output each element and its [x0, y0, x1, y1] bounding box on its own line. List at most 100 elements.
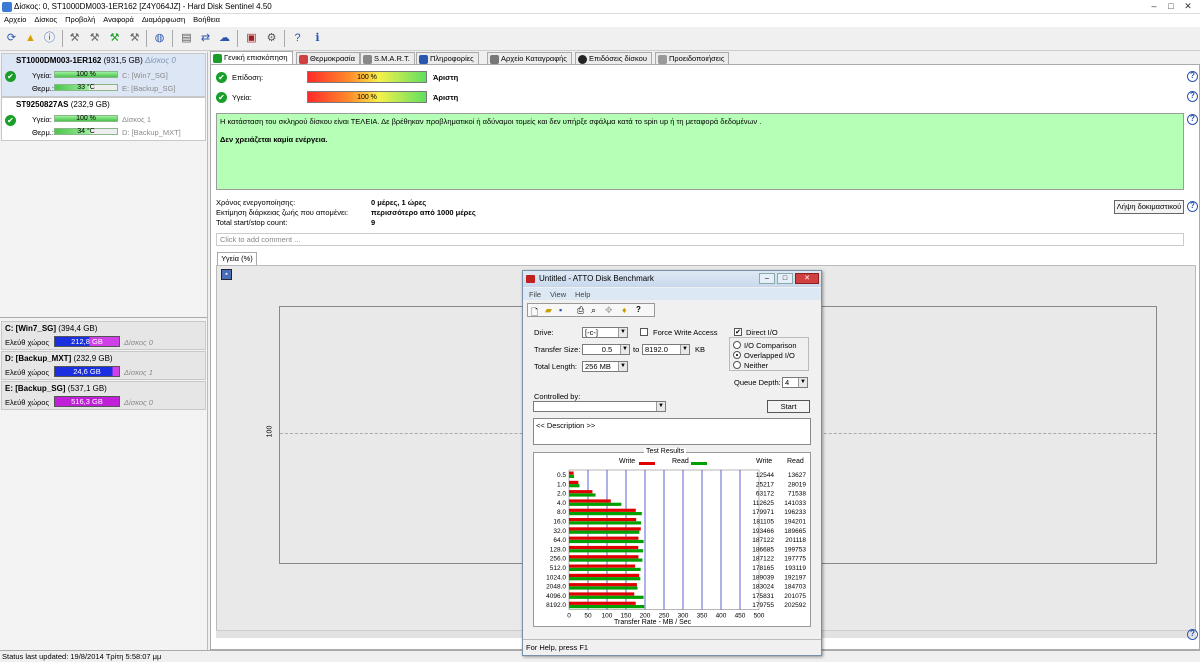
y-tick: 100: [266, 425, 274, 438]
print-icon[interactable]: ⎙: [577, 305, 584, 316]
new-icon[interactable]: 🗋: [531, 305, 538, 321]
atto-maximize-button[interactable]: □: [777, 273, 793, 284]
print-preview-icon[interactable]: ⌕: [591, 305, 596, 316]
comment-input[interactable]: Click to add comment ...: [216, 233, 1184, 246]
atto-minimize-button[interactable]: –: [759, 273, 775, 284]
health-label: Υγεία:: [32, 115, 52, 124]
disk-item-1[interactable]: ST9250827AS (232,9 GB) ✔ Υγεία: 100 % Δί…: [1, 97, 206, 141]
performance-rating: Άριστη: [433, 73, 459, 82]
help-icon[interactable]: ?: [1187, 91, 1198, 102]
disk-item-0[interactable]: ST1000DM003-1ER162 (931,5 GB) Δίσκος 0 ✔…: [1, 53, 206, 97]
tab-health-chart[interactable]: Υγεία (%): [217, 252, 257, 265]
volume-item-e[interactable]: E: [Backup_SG] (537,1 GB) Ελεύθ χώρος 51…: [1, 381, 206, 410]
free-space-bar: 24,6 GB: [54, 366, 120, 377]
atto-menu-view[interactable]: View: [550, 290, 566, 299]
document-icon[interactable]: ▤: [178, 30, 195, 47]
write-bar: [569, 601, 636, 605]
globe-icon[interactable]: ◍: [151, 30, 168, 47]
read-bar: [569, 605, 645, 609]
help-icon[interactable]: ?: [1187, 629, 1198, 640]
menu-help[interactable]: Βοήθεια: [189, 14, 224, 25]
overlapped-io-radio[interactable]: [733, 351, 741, 359]
atto-menu-file[interactable]: File: [529, 290, 541, 299]
maximize-button[interactable]: □: [1164, 1, 1178, 12]
performance-label: Επίδοση:: [232, 73, 264, 82]
help-icon[interactable]: ?: [1187, 71, 1198, 82]
write-bar: [569, 499, 611, 503]
read-value: 201118: [785, 537, 806, 544]
controlled-by-select[interactable]: ▼: [533, 401, 666, 412]
sync-icon[interactable]: ⇄: [197, 30, 214, 47]
about-icon[interactable]: ℹ: [309, 30, 326, 47]
force-write-checkbox[interactable]: [640, 328, 648, 336]
neither-label: Neither: [744, 361, 769, 370]
start-button[interactable]: Start: [767, 400, 810, 413]
settings-icon[interactable]: ⚙: [263, 30, 280, 47]
test-button[interactable]: Λήψη δοκιμαστικού: [1114, 200, 1184, 214]
atto-title-bar: Untitled - ATTO Disk Benchmark – □ ✕: [523, 271, 821, 287]
menu-report[interactable]: Αναφορά: [99, 14, 138, 25]
tool-icon[interactable]: ⚒: [126, 30, 143, 47]
read-bar: [569, 567, 641, 571]
tool-icon[interactable]: ⚒: [86, 30, 103, 47]
write-bar: [569, 490, 593, 494]
menu-disk[interactable]: Δίσκος: [30, 14, 61, 25]
minimize-button[interactable]: –: [1147, 1, 1161, 12]
status-action: Δεν χρειάζεται καμία ενέργεια.: [220, 135, 328, 144]
y-tick-label: 2048.0: [546, 584, 566, 591]
direct-io-label: Direct I/O: [746, 328, 778, 337]
tool-icon[interactable]: ⚒: [66, 30, 83, 47]
cloud-icon[interactable]: ☁: [216, 30, 233, 47]
transfer-from-select[interactable]: 0.5 ▼: [582, 344, 630, 355]
direct-io-checkbox[interactable]: ✔: [734, 328, 742, 336]
queue-depth-select[interactable]: 4 ▼: [782, 377, 808, 388]
tab-overview[interactable]: Γενική επισκόπηση: [210, 51, 293, 65]
atto-menu-help[interactable]: Help: [575, 290, 590, 299]
read-bar: [569, 502, 622, 506]
help-icon[interactable]: ?: [1187, 201, 1198, 212]
read-value: 13627: [788, 472, 806, 479]
volume-item-c[interactable]: C: [Win7_SG] (394,4 GB) Ελεύθ χώρος 212,…: [1, 321, 206, 350]
volume-size: (537,1 GB): [67, 384, 107, 393]
volume-label: C: [Win7_SG]: [122, 71, 168, 80]
neither-radio[interactable]: [733, 361, 741, 369]
description-textarea[interactable]: << Description >>: [533, 418, 811, 445]
atto-close-button[interactable]: ✕: [795, 273, 819, 284]
menu-file[interactable]: Αρχείο: [0, 14, 30, 25]
total-length-select[interactable]: 256 MB ▼: [582, 361, 628, 372]
ok-check-icon: ✔: [216, 72, 227, 83]
temp-label: Θερμ.:: [32, 128, 54, 137]
x-tick-label: 50: [584, 613, 592, 620]
save-icon[interactable]: ▪: [559, 305, 562, 315]
open-icon[interactable]: ▰: [545, 305, 552, 316]
info-icon[interactable]: ⓘ: [41, 30, 58, 47]
refresh-icon[interactable]: ⟳: [3, 30, 20, 47]
read-value: 189665: [784, 528, 806, 535]
menu-config[interactable]: Διαμόρφωση: [138, 14, 189, 25]
temp-bar: 33 °C: [54, 84, 118, 91]
move-icon[interactable]: ✥: [605, 305, 613, 316]
read-value: 199753: [784, 546, 806, 553]
close-button[interactable]: ✕: [1181, 1, 1195, 12]
context-help-icon[interactable]: ?: [636, 305, 641, 314]
warning-icon[interactable]: ▲: [22, 30, 39, 47]
monitor-icon[interactable]: ▣: [243, 30, 260, 47]
x-axis-label: Transfer Rate - MB / Sec: [614, 619, 692, 626]
transfer-to-select[interactable]: 8192.0 ▼: [642, 344, 690, 355]
menu-view[interactable]: Προβολή: [61, 14, 99, 25]
volume-item-d[interactable]: D: [Backup_MXT] (232,9 GB) Ελεύθ χώρος 2…: [1, 351, 206, 380]
performance-bar: 100 %: [307, 71, 427, 83]
save-icon[interactable]: ▪: [221, 269, 232, 280]
write-value: 189039: [752, 574, 774, 581]
health-label: Υγεία:: [32, 71, 52, 80]
health-bar: 100 %: [54, 115, 118, 122]
write-value: 63172: [756, 491, 774, 498]
tip-icon[interactable]: ♦: [622, 305, 627, 315]
drive-select[interactable]: [-c-] ▼: [582, 327, 628, 338]
temp-bar: 34 °C: [54, 128, 118, 135]
help-icon[interactable]: ?: [289, 30, 306, 47]
y-tick-label: 1.0: [557, 481, 566, 488]
tool-icon[interactable]: ⚒: [106, 30, 123, 47]
help-icon[interactable]: ?: [1187, 114, 1198, 125]
io-comparison-radio[interactable]: [733, 341, 741, 349]
